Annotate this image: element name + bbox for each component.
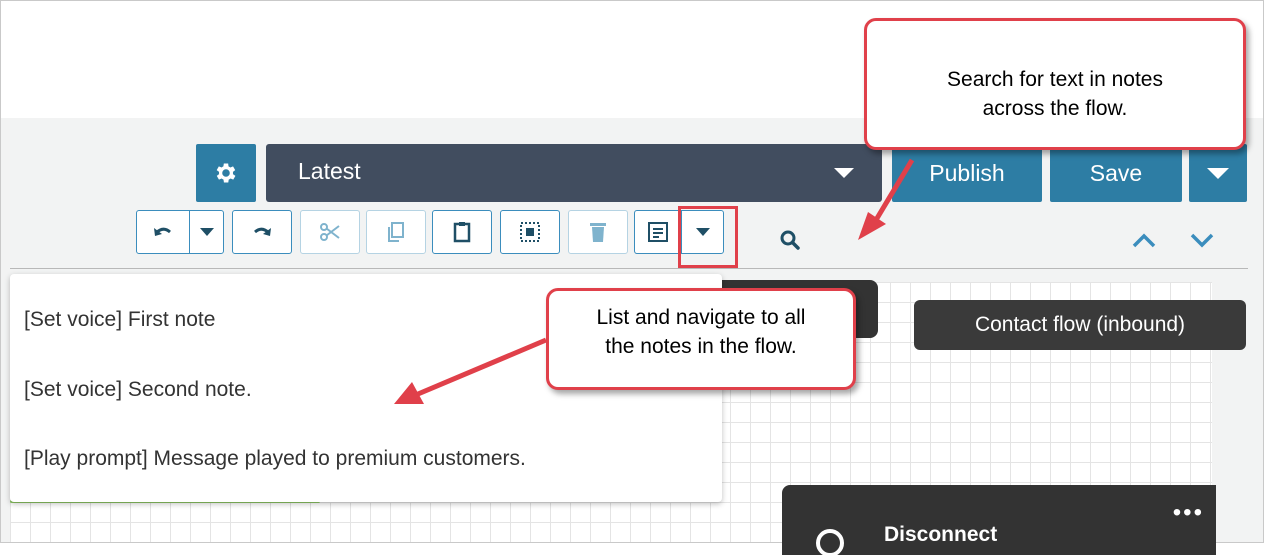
list-item[interactable]: [Play prompt] Message played to premium … xyxy=(24,447,526,471)
chevron-down-icon[interactable] xyxy=(1188,230,1216,250)
notes-icon xyxy=(648,222,668,242)
search-callout: Search for text in notes across the flow… xyxy=(864,18,1246,150)
save-options-button[interactable] xyxy=(1189,144,1247,202)
settings-button[interactable] xyxy=(196,144,256,202)
select-all-icon xyxy=(520,222,540,242)
redo-icon xyxy=(254,227,271,236)
disconnect-block[interactable]: ••• Disconnect xyxy=(782,485,1216,557)
undo-history-button[interactable] xyxy=(190,211,223,253)
callout-text: Search for text in notes xyxy=(947,68,1163,91)
chevron-down-icon xyxy=(1207,167,1229,179)
chevron-down-icon xyxy=(834,168,854,178)
more-options-icon[interactable]: ••• xyxy=(1173,499,1204,527)
list-item[interactable]: [Set voice] First note xyxy=(24,308,215,332)
delete-button[interactable] xyxy=(568,210,628,254)
cut-icon xyxy=(320,223,340,241)
disconnect-icon xyxy=(816,529,844,557)
flow-type-label: Contact flow (inbound) xyxy=(914,300,1246,350)
search-icon[interactable] xyxy=(778,228,802,252)
delete-icon xyxy=(590,223,606,242)
undo-button-group[interactable] xyxy=(136,210,224,254)
notes-callout: List and navigate to all the notes in th… xyxy=(546,288,856,390)
notes-button[interactable] xyxy=(635,211,681,253)
gear-icon xyxy=(216,163,236,183)
save-button[interactable]: Save xyxy=(1050,144,1182,202)
chevron-down-icon xyxy=(199,228,214,236)
callout-text: across the flow. xyxy=(982,97,1128,120)
undo-button[interactable] xyxy=(137,211,190,253)
paste-icon xyxy=(453,222,471,243)
chevron-up-icon[interactable] xyxy=(1130,230,1158,250)
paste-button[interactable] xyxy=(432,210,492,254)
undo-icon xyxy=(154,227,171,236)
redo-button[interactable] xyxy=(232,210,292,254)
callout-text: the notes in the flow. xyxy=(605,335,797,358)
cut-button[interactable] xyxy=(300,210,360,254)
version-select[interactable]: Latest xyxy=(266,144,882,202)
list-item[interactable]: [Set voice] Second note. xyxy=(24,378,252,402)
toolbar-divider xyxy=(10,268,1248,269)
notes-toggle-highlight xyxy=(678,206,738,268)
copy-button[interactable] xyxy=(366,210,426,254)
publish-button[interactable]: Publish xyxy=(892,144,1042,202)
callout-text: List and navigate to all xyxy=(596,306,806,329)
version-select-value: Latest xyxy=(298,158,361,184)
block-title: Disconnect xyxy=(884,523,998,546)
select-all-button[interactable] xyxy=(500,210,560,254)
copy-icon xyxy=(388,222,404,242)
